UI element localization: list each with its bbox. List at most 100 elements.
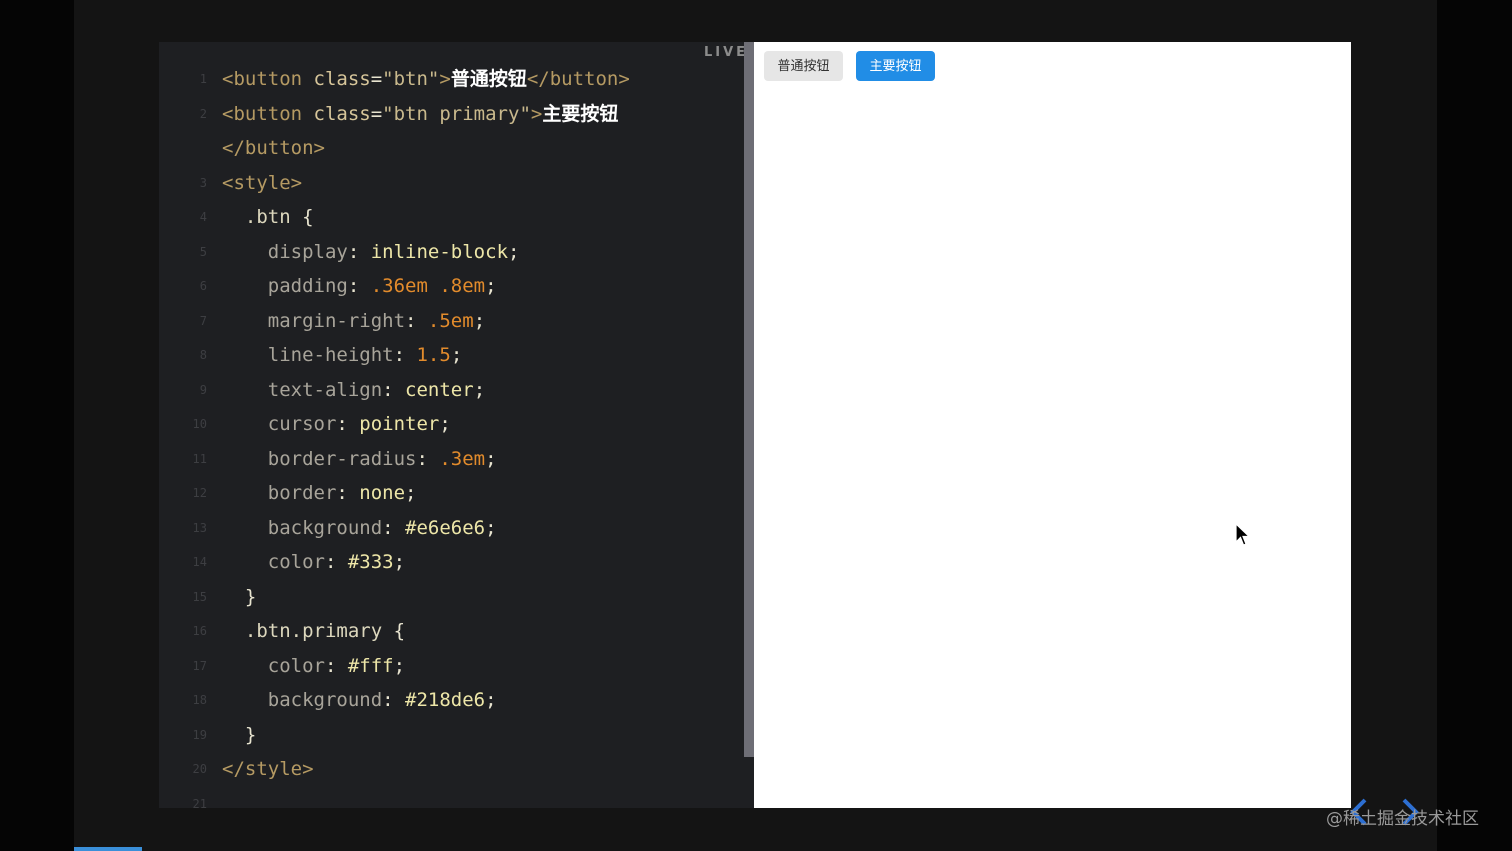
pane-splitter-base (744, 757, 754, 808)
code-token: ; (473, 309, 486, 332)
code-token: #218de6 (405, 689, 486, 711)
line-number: 17 (192, 658, 207, 673)
code-token: ; (508, 240, 520, 263)
code-token: : (347, 275, 371, 297)
code-text: line-height: 1.5; (222, 338, 463, 372)
normal-button[interactable]: 普通按钮 (764, 51, 843, 81)
code-token: color (222, 551, 325, 573)
line-number: 16 (192, 624, 207, 638)
code-text: <button class="btn primary">主要按钮 (222, 97, 618, 131)
code-token: #e6e6e6 (405, 516, 486, 539)
line-number: 18 (192, 693, 207, 707)
code-text: margin-right: .5em; (222, 304, 485, 338)
code-token: #fff (347, 654, 394, 677)
code-editor[interactable]: 1 <button class="btn">普通按钮</button> 2 <butt… (159, 42, 744, 811)
code-token: ; (405, 482, 417, 504)
right-border (1437, 0, 1512, 851)
code-token: border (222, 482, 337, 504)
code-token: = (370, 102, 383, 125)
line-number: 12 (192, 486, 207, 500)
code-text: } (222, 718, 256, 752)
code-token: : (382, 378, 406, 401)
code-token: } (222, 723, 257, 746)
code-token: ; (485, 447, 497, 470)
line-number: 15 (192, 589, 207, 604)
progress-bar[interactable] (74, 847, 142, 851)
code-token: 普通按钮 (450, 68, 527, 90)
code-token: center (405, 378, 474, 401)
code-token: <style> (222, 171, 303, 194)
code-token: .5em (427, 309, 474, 332)
code-token: ; (485, 275, 497, 297)
live-preview-pane: 普通按钮 主要按钮 (754, 42, 1351, 808)
code-token: class (313, 68, 371, 90)
code-token: : (416, 447, 440, 470)
code-token: = (370, 68, 383, 90)
code-token: : (324, 551, 348, 573)
code-text: } (222, 580, 256, 614)
primary-button[interactable]: 主要按钮 (856, 51, 935, 81)
code-token: ; (485, 516, 497, 539)
code-token: #333 (347, 551, 394, 573)
code-text: border: none; (222, 476, 417, 510)
line-number: 10 (192, 417, 207, 431)
watermark: @稀土掘金技术社区 (1326, 809, 1479, 829)
code-token: ; (393, 551, 406, 573)
code-token: </style> (222, 758, 314, 780)
code-token: "btn" (382, 68, 440, 90)
code-token: ; (393, 654, 406, 677)
code-token: : (324, 654, 348, 677)
code-token: } (222, 585, 257, 608)
code-text: text-align: center; (222, 373, 485, 407)
line-number: 5 (199, 244, 207, 259)
code-token: .3em (439, 447, 486, 470)
code-text: display: inline-block; (222, 235, 520, 269)
code-text: .btn { (222, 200, 314, 234)
left-border (0, 0, 74, 851)
code-token: text-align (222, 378, 383, 401)
line-number: 3 (199, 175, 207, 190)
pane-splitter[interactable] (744, 42, 754, 757)
code-token: background (222, 689, 383, 711)
line-number: 2 (199, 106, 207, 121)
code-text: <style> (222, 166, 302, 200)
line-number: 7 (199, 313, 207, 328)
code-text: color: #fff; (222, 649, 405, 683)
code-token: 主要按钮 (542, 102, 619, 125)
line-number: 21 (192, 796, 207, 811)
code-token: > (530, 102, 543, 125)
line-number: 8 (199, 348, 207, 362)
code-text: .btn.primary { (222, 614, 405, 648)
code-token: : (336, 482, 360, 504)
code-text: cursor: pointer; (222, 407, 451, 441)
code-token: line-height (222, 344, 394, 366)
code-token: ; (450, 344, 463, 366)
code-token: ; (485, 689, 497, 711)
code-token: <button (222, 102, 314, 125)
line-number: 14 (192, 555, 207, 569)
code-token: color (222, 654, 325, 677)
code-text: </style> (222, 752, 314, 786)
code-token: inline-block (370, 240, 509, 263)
line-number: 1 (199, 72, 207, 86)
code-token: : (382, 516, 406, 539)
line-number: 4 (199, 210, 207, 224)
code-token: <button (222, 68, 314, 90)
line-number: 9 (199, 382, 207, 397)
code-token: > (439, 68, 451, 90)
code-token: .btn.primary (222, 620, 394, 642)
code-text: background: #e6e6e6; (222, 511, 497, 545)
code-token: : (347, 240, 371, 263)
code-token: "btn primary" (382, 102, 531, 125)
code-token: padding (222, 275, 348, 297)
code-token: { (302, 206, 314, 228)
code-token: class (313, 102, 371, 125)
line-number: 13 (192, 520, 207, 535)
code-token: 1.5 (416, 344, 451, 366)
code-token: </button> (222, 137, 325, 159)
code-token: none (359, 482, 406, 504)
line-number: 20 (192, 762, 207, 776)
code-token: ; (439, 413, 451, 435)
code-token: { (393, 620, 406, 642)
live-label: LIVE (704, 45, 749, 60)
